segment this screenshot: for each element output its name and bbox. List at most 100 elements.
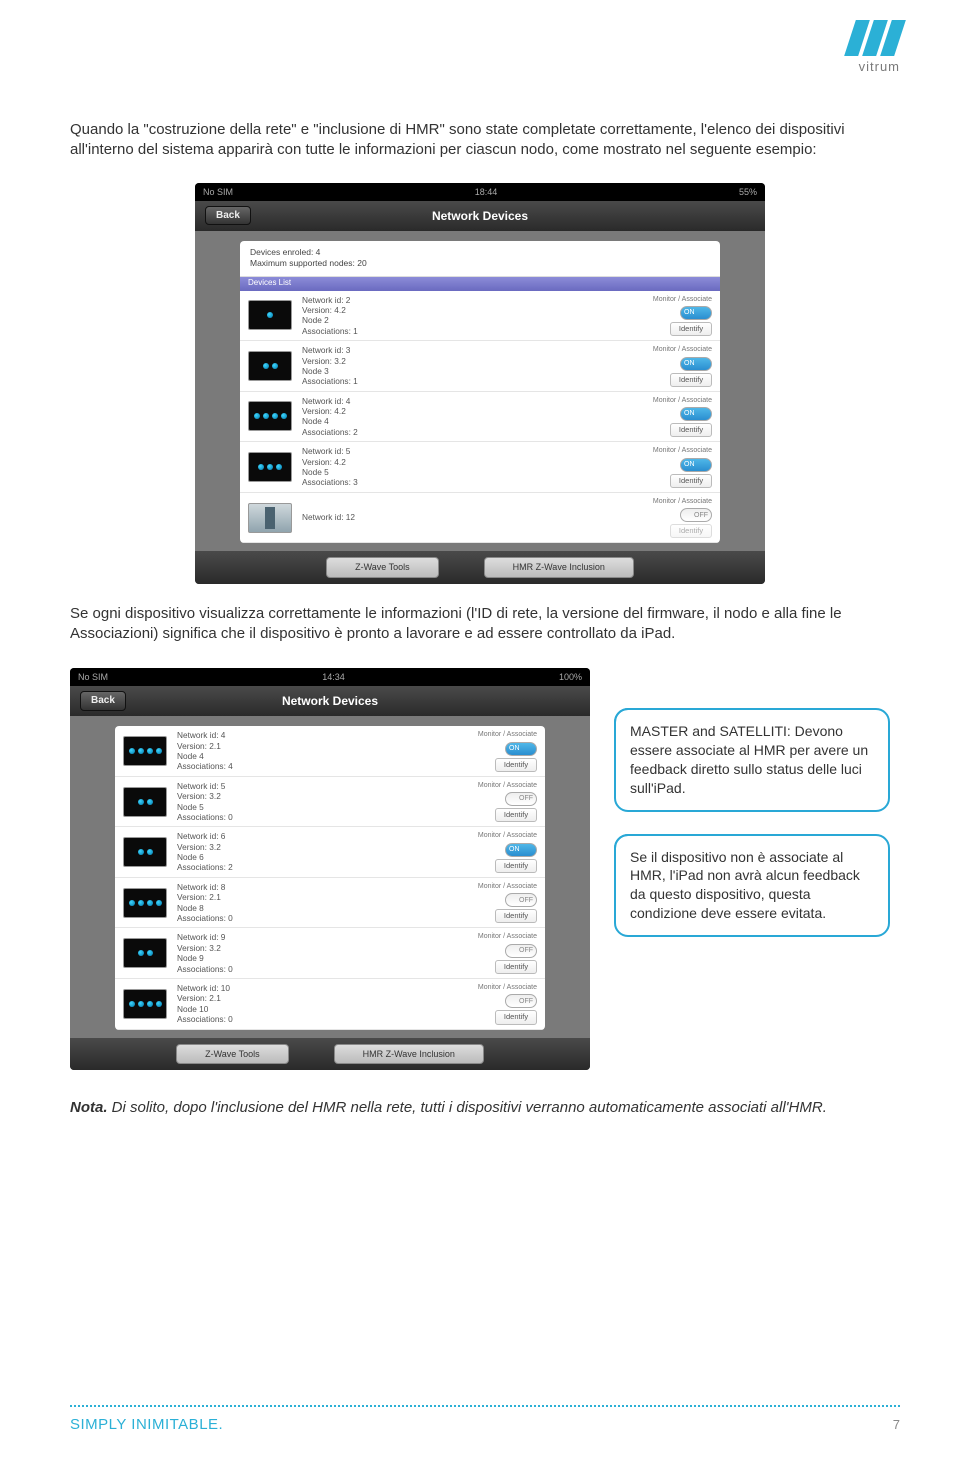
device-row: Network id: 3Version: 3.2Node 3Associati… xyxy=(240,341,720,392)
device-meta: Network id: 10Version: 2.1Node 10Associa… xyxy=(177,983,478,1024)
device-controls: Monitor / Associate ON Identify xyxy=(478,831,537,873)
identify-button[interactable]: Identify xyxy=(495,909,537,923)
battery-label: 55% xyxy=(739,186,757,198)
device-icon xyxy=(123,736,167,766)
identify-button[interactable]: Identify xyxy=(670,373,712,387)
back-button[interactable]: Back xyxy=(205,206,251,226)
associate-toggle[interactable]: ON xyxy=(680,306,712,320)
carrier-label: No SIM xyxy=(78,671,108,683)
device-row: Network id: 10Version: 2.1Node 10Associa… xyxy=(115,979,545,1030)
monitor-label: Monitor / Associate xyxy=(653,295,712,304)
associate-toggle[interactable]: ON xyxy=(505,742,537,756)
nav-bar: Back Network Devices xyxy=(70,686,590,716)
device-meta: Network id: 2Version: 4.2Node 2Associati… xyxy=(302,295,653,336)
device-meta: Network id: 4Version: 4.2Node 4Associati… xyxy=(302,396,653,437)
intro-paragraph-1: Quando la "costruzione della rete" e "in… xyxy=(70,120,890,161)
device-row: Network id: 4Version: 4.2Node 4Associati… xyxy=(240,392,720,443)
section-devices-list: Devices List xyxy=(240,277,720,291)
device-row: Network id: 12Monitor / AssociateOFFIden… xyxy=(240,493,720,544)
device-row: Network id: 5Version: 3.2Node 5Associati… xyxy=(115,777,545,828)
gateway-icon xyxy=(248,503,292,533)
carrier-label: No SIM xyxy=(203,186,233,198)
zwave-tools-button[interactable]: Z-Wave Tools xyxy=(326,557,439,577)
devices-enrolled: Devices enroled: 4 xyxy=(250,247,710,258)
callout-not-associated: Se il dispositivo non è associate al HMR… xyxy=(614,834,890,938)
device-icon xyxy=(123,787,167,817)
associate-toggle[interactable]: OFF xyxy=(505,994,537,1008)
identify-button[interactable]: Identify xyxy=(670,423,712,437)
device-row: Network id: 2Version: 4.2Node 2Associati… xyxy=(240,291,720,342)
page-number: 7 xyxy=(893,1416,900,1434)
device-row: Network id: 4Version: 2.1Node 4Associati… xyxy=(115,726,545,777)
hmr-inclusion-button[interactable]: HMR Z-Wave Inclusion xyxy=(484,557,634,577)
device-icon xyxy=(123,938,167,968)
device-icon xyxy=(248,452,292,482)
note-label: Nota. xyxy=(70,1099,108,1116)
device-row: Network id: 5Version: 4.2Node 5Associati… xyxy=(240,442,720,493)
intro-paragraph-2: Se ogni dispositivo visualizza correttam… xyxy=(70,604,890,645)
device-controls: Monitor / Associate OFF Identify xyxy=(478,781,537,823)
device-controls: Monitor / Associate ON Identify xyxy=(653,446,712,488)
identify-button[interactable]: Identify xyxy=(670,474,712,488)
device-row: Network id: 6Version: 3.2Node 6Associati… xyxy=(115,827,545,878)
hmr-inclusion-button[interactable]: HMR Z-Wave Inclusion xyxy=(334,1044,484,1064)
back-button[interactable]: Back xyxy=(80,691,126,711)
monitor-label: Monitor / Associate xyxy=(478,730,537,739)
monitor-label: Monitor / Associate xyxy=(653,345,712,354)
device-icon xyxy=(248,351,292,381)
device-icon xyxy=(248,300,292,330)
identify-button[interactable]: Identify xyxy=(495,1010,537,1024)
associate-toggle[interactable]: OFF xyxy=(505,944,537,958)
device-icon xyxy=(123,989,167,1019)
page-footer: SIMPLY INIMITABLE. 7 xyxy=(70,1405,900,1435)
device-controls: Monitor / Associate ON Identify xyxy=(653,396,712,438)
device-controls: Monitor / AssociateOFFIdentify xyxy=(653,497,712,539)
monitor-label: Monitor / Associate xyxy=(653,396,712,405)
device-controls: Monitor / Associate OFF Identify xyxy=(478,932,537,974)
device-meta: Network id: 5Version: 4.2Node 5Associati… xyxy=(302,446,653,487)
device-icon xyxy=(123,888,167,918)
device-meta: Network id: 8Version: 2.1Node 8Associati… xyxy=(177,882,478,923)
associate-toggle[interactable]: OFF xyxy=(505,792,537,806)
device-meta: Network id: 4Version: 2.1Node 4Associati… xyxy=(177,730,478,771)
footer-tagline: SIMPLY INIMITABLE. xyxy=(70,1415,223,1435)
device-controls: Monitor / Associate ON Identify xyxy=(653,295,712,337)
max-nodes: Maximum supported nodes: 20 xyxy=(250,258,710,269)
associate-toggle[interactable]: OFF xyxy=(505,893,537,907)
brand-logo: vitrum xyxy=(810,20,900,76)
monitor-label: Monitor / Associate xyxy=(478,932,537,941)
monitor-label: Monitor / Associate xyxy=(478,781,537,790)
nav-title: Network Devices xyxy=(282,693,378,709)
device-icon xyxy=(123,837,167,867)
device-meta: Network id: 9Version: 3.2Node 9Associati… xyxy=(177,932,478,973)
note-paragraph: Nota. Di solito, dopo l'inclusione del H… xyxy=(70,1098,890,1118)
bottom-toolbar: Z-Wave Tools HMR Z-Wave Inclusion xyxy=(70,1038,590,1070)
status-bar: No SIM 18:44 55% xyxy=(195,183,765,201)
device-row: Network id: 9Version: 3.2Node 9Associati… xyxy=(115,928,545,979)
device-meta: Network id: 12 xyxy=(302,512,653,522)
identify-button: Identify xyxy=(670,524,712,538)
associate-toggle[interactable]: ON xyxy=(505,843,537,857)
identify-button[interactable]: Identify xyxy=(495,808,537,822)
battery-label: 100% xyxy=(559,671,582,683)
info-header: Devices enroled: 4 Maximum supported nod… xyxy=(240,241,720,277)
identify-button[interactable]: Identify xyxy=(495,758,537,772)
associate-toggle[interactable]: ON xyxy=(680,407,712,421)
device-row: Network id: 8Version: 2.1Node 8Associati… xyxy=(115,878,545,929)
identify-button[interactable]: Identify xyxy=(495,960,537,974)
identify-button[interactable]: Identify xyxy=(670,322,712,336)
nav-bar: Back Network Devices xyxy=(195,201,765,231)
status-bar: No SIM 14:34 100% xyxy=(70,668,590,686)
associate-toggle[interactable]: OFF xyxy=(680,508,712,522)
monitor-label: Monitor / Associate xyxy=(478,831,537,840)
time-label: 18:44 xyxy=(475,186,498,198)
monitor-label: Monitor / Associate xyxy=(478,983,537,992)
identify-button[interactable]: Identify xyxy=(495,859,537,873)
associate-toggle[interactable]: ON xyxy=(680,458,712,472)
brand-name: vitrum xyxy=(810,58,900,76)
monitor-label: Monitor / Associate xyxy=(653,446,712,455)
associate-toggle[interactable]: ON xyxy=(680,357,712,371)
device-meta: Network id: 6Version: 3.2Node 6Associati… xyxy=(177,831,478,872)
device-controls: Monitor / Associate ON Identify xyxy=(478,730,537,772)
zwave-tools-button[interactable]: Z-Wave Tools xyxy=(176,1044,289,1064)
